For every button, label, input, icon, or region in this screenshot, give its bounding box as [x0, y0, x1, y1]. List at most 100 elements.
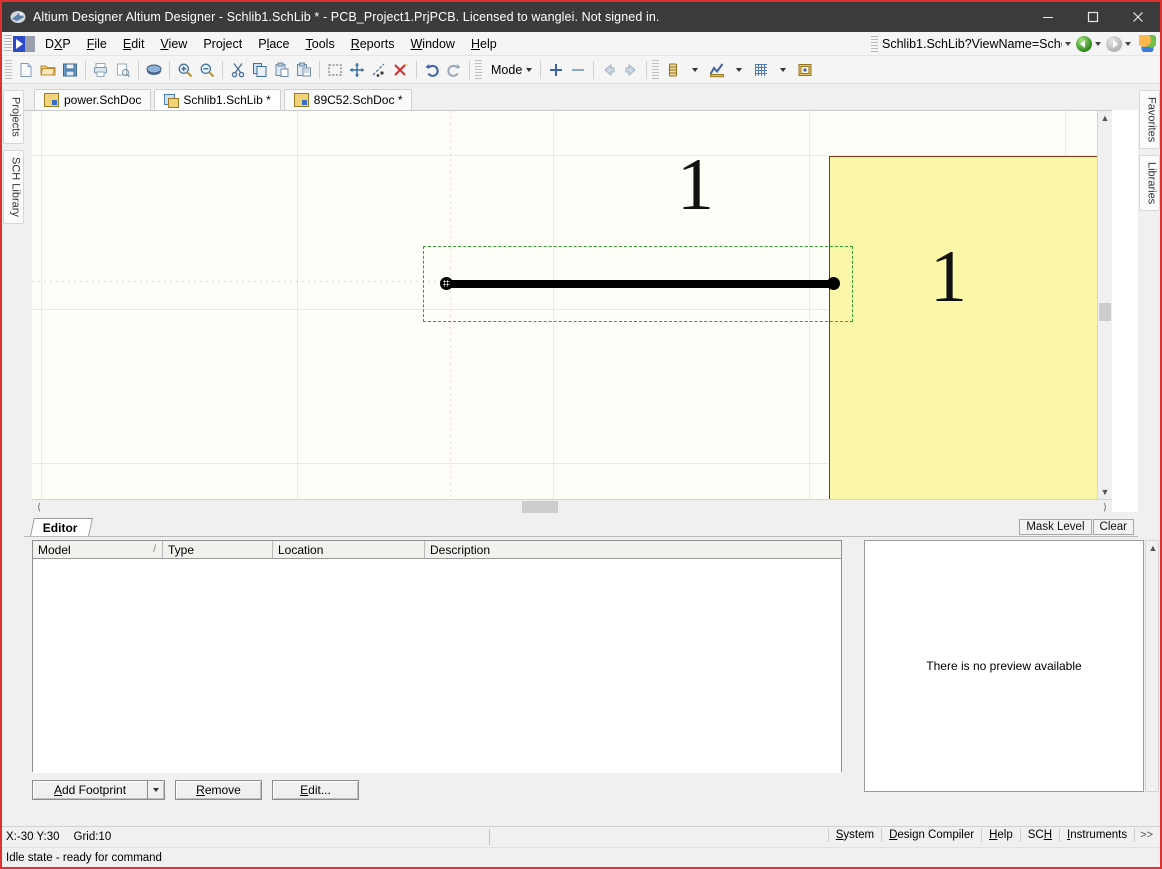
menu-dxp[interactable]: DXP: [37, 34, 79, 54]
column-header-model[interactable]: Model /: [33, 541, 163, 558]
address-text[interactable]: Schlib1.SchLib?ViewName=Sch(: [882, 37, 1062, 51]
maximize-button[interactable]: [1070, 2, 1115, 32]
menu-project[interactable]: Project: [195, 34, 250, 54]
chevron-down-icon[interactable]: [736, 67, 743, 72]
column-header-type[interactable]: Type: [163, 541, 273, 558]
panel-more-button[interactable]: >>: [1135, 828, 1158, 842]
remove-button[interactable]: Remove: [175, 780, 262, 800]
scroll-up-icon[interactable]: ▲: [1098, 111, 1112, 125]
clear-selection-icon[interactable]: [390, 59, 412, 81]
dxp-logo-icon[interactable]: [13, 35, 35, 52]
panel-button-instruments[interactable]: Instruments: [1060, 828, 1136, 842]
pin-hot-end-marker[interactable]: [440, 277, 453, 290]
paste-special-icon[interactable]: [293, 59, 315, 81]
canvas-hscroll-thumb[interactable]: [522, 501, 558, 513]
address-dropdown-icon[interactable]: [1065, 41, 1071, 46]
close-button[interactable]: [1115, 2, 1160, 32]
sidebar-item-libraries[interactable]: Libraries: [1138, 155, 1160, 212]
scroll-left-icon[interactable]: ⟨: [32, 500, 46, 514]
sidebar-item-favorites[interactable]: Favorites: [1138, 90, 1160, 150]
tab-editor[interactable]: Editor: [30, 518, 93, 536]
column-header-description[interactable]: Description: [425, 541, 841, 558]
grid-dropdown-icon[interactable]: [772, 59, 794, 81]
move-icon[interactable]: [346, 59, 368, 81]
panel-button-help[interactable]: Help: [982, 828, 1021, 842]
scroll-up-icon[interactable]: ▲: [1146, 541, 1160, 555]
panel-button-design-compiler[interactable]: Design Compiler: [882, 828, 983, 842]
menu-grip-handle[interactable]: [4, 35, 12, 52]
address-grip-handle[interactable]: [871, 35, 878, 52]
cut-icon[interactable]: [227, 59, 249, 81]
tab-89c52-schdoc[interactable]: 89C52.SchDoc *: [283, 89, 413, 110]
clear-mask-button[interactable]: Clear: [1092, 519, 1134, 535]
canvas-vertical-scrollbar[interactable]: ▲ ▼: [1097, 111, 1112, 499]
canvas-vscroll-thumb[interactable]: [1099, 303, 1111, 321]
nav-forward-dropdown-icon[interactable]: [1125, 41, 1131, 46]
altium-leaf-icon[interactable]: [1139, 35, 1156, 52]
place-component-dropdown-icon[interactable]: [684, 59, 706, 81]
print-preview-icon[interactable]: [112, 59, 134, 81]
place-graphic-icon[interactable]: [706, 59, 728, 81]
menu-reports[interactable]: Reports: [343, 34, 403, 54]
menu-help[interactable]: Help: [463, 34, 505, 54]
add-part-icon[interactable]: [545, 59, 567, 81]
nav-back-dropdown-icon[interactable]: [1095, 41, 1101, 46]
menu-file[interactable]: File: [79, 34, 115, 54]
mode-dropdown[interactable]: Mode: [485, 60, 536, 80]
mask-level-button[interactable]: Mask Level: [1019, 519, 1092, 535]
open-folder-icon[interactable]: [37, 59, 59, 81]
schematic-canvas[interactable]: 1 1 ▲ ▼: [32, 110, 1112, 499]
menu-view[interactable]: View: [152, 34, 195, 54]
chevron-down-icon[interactable]: [780, 67, 787, 72]
tab-power-schdoc[interactable]: power.SchDoc: [34, 89, 152, 110]
panel-button-system[interactable]: System: [827, 828, 883, 842]
models-grid[interactable]: Model / Type Location Description: [32, 540, 842, 773]
mode-grip-handle[interactable]: [475, 60, 482, 79]
place-graphic-dropdown-icon[interactable]: [728, 59, 750, 81]
next-part-icon[interactable]: [620, 59, 642, 81]
panel-button-sch[interactable]: SCH: [1021, 828, 1061, 842]
zoom-out-icon[interactable]: [196, 59, 218, 81]
paste-icon[interactable]: [271, 59, 293, 81]
canvas-horizontal-scrollbar[interactable]: ⟨ ⟩: [32, 499, 1112, 514]
sidebar-item-sch-library[interactable]: SCH Library: [2, 149, 24, 224]
toolbar-grip-handle[interactable]: [5, 60, 12, 79]
prev-part-icon[interactable]: [598, 59, 620, 81]
pin-connect-end-marker[interactable]: [827, 277, 840, 290]
undo-icon[interactable]: [421, 59, 443, 81]
save-icon[interactable]: [59, 59, 81, 81]
place-component-icon[interactable]: [662, 59, 684, 81]
sidebar-item-projects[interactable]: Projects: [2, 90, 24, 144]
chevron-down-icon[interactable]: [153, 788, 159, 792]
library-icon[interactable]: [794, 59, 816, 81]
copy-icon[interactable]: [249, 59, 271, 81]
menu-window[interactable]: Window: [402, 34, 462, 54]
menu-place[interactable]: Place: [250, 34, 297, 54]
scroll-down-icon[interactable]: ▼: [1098, 485, 1112, 499]
models-grid-rows[interactable]: [33, 559, 841, 773]
grid-icon[interactable]: [750, 59, 772, 81]
deselect-icon[interactable]: [368, 59, 390, 81]
select-area-icon[interactable]: [324, 59, 346, 81]
add-footprint-dropdown[interactable]: [147, 781, 164, 799]
edit-button[interactable]: Edit...: [272, 780, 359, 800]
nav-back-icon[interactable]: [1076, 35, 1092, 52]
zoom-in-icon[interactable]: [174, 59, 196, 81]
library-sheet-region[interactable]: 1: [829, 156, 1100, 499]
add-footprint-button[interactable]: Add Footprint: [32, 780, 165, 800]
column-header-location[interactable]: Location: [273, 541, 425, 558]
redo-icon[interactable]: [443, 59, 465, 81]
preview-vertical-scrollbar[interactable]: ▲: [1145, 540, 1159, 792]
chevron-down-icon[interactable]: [692, 67, 699, 72]
nav-forward-icon[interactable]: [1106, 35, 1122, 52]
menu-edit[interactable]: Edit: [115, 34, 153, 54]
print-icon[interactable]: [90, 59, 112, 81]
remove-part-icon[interactable]: [567, 59, 589, 81]
menu-tools[interactable]: Tools: [298, 34, 343, 54]
place-grip-handle[interactable]: [652, 60, 660, 79]
new-document-icon[interactable]: [15, 59, 37, 81]
board-insight-icon[interactable]: [143, 59, 165, 81]
minimize-button[interactable]: [1025, 2, 1070, 32]
chevron-down-icon[interactable]: [526, 67, 533, 72]
pin-body[interactable]: [444, 280, 834, 288]
